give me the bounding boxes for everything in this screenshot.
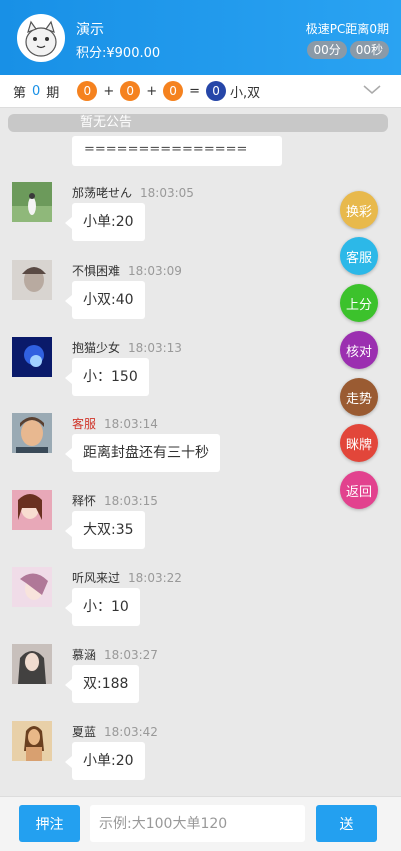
result-sum: 0 [206, 81, 227, 101]
verify-button[interactable]: 核对 [340, 331, 378, 369]
message-bubble: 双:188 [64, 665, 140, 703]
message-nick: 慕涵 18:03:27 [72, 648, 158, 662]
timer-minutes: 00分 [307, 41, 347, 59]
user-avatar[interactable] [17, 14, 65, 62]
countdown-timer: 00分 00秒 [307, 41, 389, 59]
user-points: 积分:¥900.00 [76, 46, 161, 61]
equals-sign: = [189, 83, 201, 99]
girl-dark-avatar-icon[interactable] [12, 644, 52, 684]
squeeze-card-button[interactable]: 眯牌 [340, 424, 378, 462]
back-button[interactable]: 返回 [340, 471, 378, 509]
message-bubble: 小单:20 [65, 203, 145, 241]
bet-button[interactable]: 押注 [19, 805, 80, 842]
result-ball-2: 0 [120, 81, 141, 101]
girl-beach-avatar-icon[interactable] [12, 721, 52, 761]
message-bubble: 小：150 [65, 358, 149, 396]
message-bubble: 距离封盘还有三十秒 [65, 434, 220, 472]
message-nick: 释怀 18:03:15 [72, 494, 158, 508]
message-nick: 抱猫少女 18:03:13 [72, 341, 182, 355]
period-info: 极速PC距离0期 [305, 22, 389, 36]
message-bubble: 小双:40 [65, 281, 145, 319]
trend-button[interactable]: 走势 [340, 378, 378, 416]
switch-lottery-button[interactable]: 换彩 [340, 191, 378, 229]
deposit-button[interactable]: 上分 [340, 284, 378, 322]
bet-footer: 押注 送 [0, 796, 401, 851]
result-ball-3: 0 [163, 81, 184, 101]
forest-girl-avatar-icon[interactable] [12, 182, 52, 222]
girl-pink-avatar-icon[interactable] [12, 490, 52, 530]
message-bubble: 小：10 [65, 588, 140, 626]
separator-message: =============== [72, 136, 282, 166]
result-outcome: 小,双 [230, 85, 261, 101]
message-nick: 听风来过 18:03:22 [72, 571, 182, 585]
service-avatar-icon[interactable] [12, 413, 52, 453]
chevron-down-icon[interactable] [363, 81, 381, 100]
result-ball-1: 0 [77, 81, 98, 101]
announcement-bar: 暂无公告 [8, 114, 388, 132]
portrait-avatar-icon[interactable] [12, 260, 52, 300]
customer-service-button[interactable]: 客服 [340, 237, 378, 275]
message-bubble: 大双:35 [65, 511, 145, 549]
message-nick: 不惧困难 18:03:09 [72, 264, 182, 278]
header-bar: 演示 积分:¥900.00 极速PC距离0期 00分 00秒 [0, 0, 401, 75]
message-nick: 邡荡咾せん 18:03:05 [72, 186, 194, 200]
message-nick: 夏蓝 18:03:42 [72, 725, 158, 739]
cat-avatar-icon [19, 16, 63, 60]
anime-blue-avatar-icon[interactable] [12, 337, 52, 377]
timer-seconds: 00秒 [349, 41, 389, 59]
message-nick: 客服 18:03:14 [72, 417, 158, 431]
girl-light-avatar-icon[interactable] [12, 567, 52, 607]
chat-area[interactable]: =============== 邡荡咾せん 18:03:05 小单:20 不惧困难… [0, 132, 401, 796]
send-button[interactable]: 送 [316, 805, 377, 842]
period-number: 0 [32, 83, 41, 99]
period-prefix: 第 [13, 85, 27, 101]
message-bubble: 小单:20 [65, 742, 145, 780]
result-bar[interactable]: 第 0 期 0 + 0 + 0 = 0 小,双 [0, 75, 401, 108]
user-name: 演示 [76, 22, 104, 38]
plus-sign: + [146, 83, 158, 99]
period-suffix: 期 [46, 85, 60, 101]
bet-input[interactable] [90, 805, 305, 842]
plus-sign: + [103, 83, 115, 99]
